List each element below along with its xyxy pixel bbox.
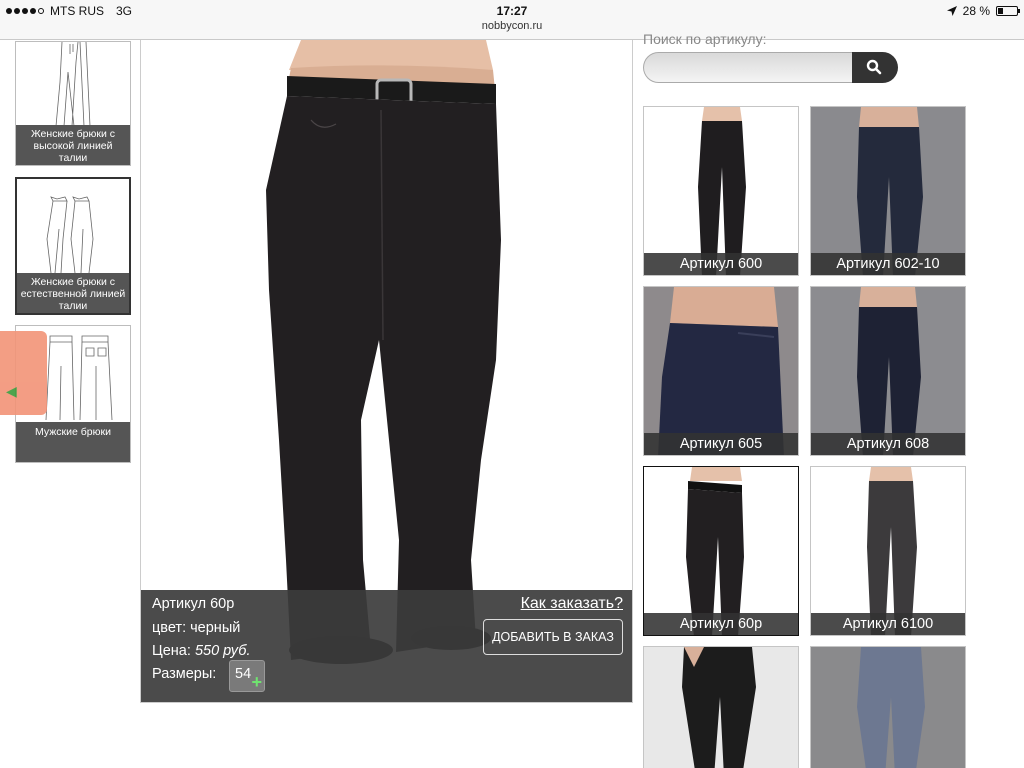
address-url[interactable]: nobbycon.ru: [0, 20, 1024, 32]
product-thumbnail: [811, 647, 965, 768]
search-icon: [866, 59, 882, 75]
product-tile[interactable]: [810, 646, 966, 768]
sizes-label: Размеры:: [152, 666, 217, 682]
location-arrow-icon: [946, 6, 957, 16]
product-thumbnail: [644, 647, 798, 768]
arrow-left-icon: ◀: [6, 383, 17, 399]
product-viewer: Артикул 60р цвет: черный Цена: 550 руб. …: [140, 40, 633, 703]
product-tile-6100[interactable]: Артикул 6100: [810, 466, 966, 636]
product-price-row: Цена: 550 руб.: [152, 643, 251, 659]
battery-percent: 28 %: [962, 4, 990, 18]
product-caption: Артикул 60р: [644, 613, 798, 635]
side-feedback-tab[interactable]: ◀: [0, 331, 47, 415]
product-caption: Артикул 602-10: [811, 253, 965, 275]
size-option-button[interactable]: 54 +: [229, 660, 265, 692]
product-article: Артикул 60р: [152, 596, 235, 612]
product-color: цвет: черный: [152, 620, 241, 636]
product-caption: Артикул 600: [644, 253, 798, 275]
search-input[interactable]: [643, 52, 855, 83]
product-tile-600[interactable]: Артикул 600: [643, 106, 799, 276]
clock: 17:27: [496, 4, 528, 18]
status-right: 28 %: [946, 4, 1020, 18]
product-tile-608[interactable]: Артикул 608: [810, 286, 966, 456]
product-thumbnail: [811, 107, 965, 275]
product-thumbnail: [644, 287, 798, 455]
product-info-panel: Артикул 60р цвет: черный Цена: 550 руб. …: [141, 590, 632, 702]
ios-status-bar: MTS RUS 3G 17:27 nobbycon.ru 28 %: [0, 0, 1024, 40]
price-label: Цена:: [152, 643, 191, 659]
how-to-order-link[interactable]: Как заказать?: [521, 595, 623, 613]
product-caption: Артикул 605: [644, 433, 798, 455]
search-button[interactable]: [852, 52, 898, 83]
product-caption: Артикул 6100: [811, 613, 965, 635]
category-label: Мужские брюки: [16, 422, 130, 462]
product-tile[interactable]: [643, 646, 799, 768]
category-label: Женские брюки с высокой линией талии: [16, 125, 130, 165]
plus-icon: +: [251, 672, 262, 692]
product-tile-60p[interactable]: Артикул 60р: [643, 466, 799, 636]
category-label: Женские брюки с естественной линией тали…: [17, 273, 129, 313]
product-thumbnail: [811, 287, 965, 455]
product-thumbnail: [644, 467, 798, 635]
category-natural-waist[interactable]: Женские брюки с естественной линией тали…: [15, 177, 131, 315]
search-label: Поиск по артикулу:: [643, 33, 767, 47]
price-value: 550 руб.: [194, 643, 251, 659]
category-high-waist[interactable]: Женские брюки с высокой линией талии: [15, 41, 131, 166]
trousers-sketch-icon: [46, 196, 94, 274]
product-caption: Артикул 608: [811, 433, 965, 455]
battery-icon: [996, 6, 1020, 16]
trousers-sketch-icon: [55, 42, 91, 127]
product-tile-602-10[interactable]: Артикул 602-10: [810, 106, 966, 276]
size-value: 54: [235, 666, 252, 682]
product-thumbnail: [644, 107, 798, 275]
product-thumbnail: [811, 467, 965, 635]
product-tile-605[interactable]: Артикул 605: [643, 286, 799, 456]
add-to-order-button[interactable]: ДОБАВИТЬ В ЗАКАЗ: [483, 619, 623, 655]
